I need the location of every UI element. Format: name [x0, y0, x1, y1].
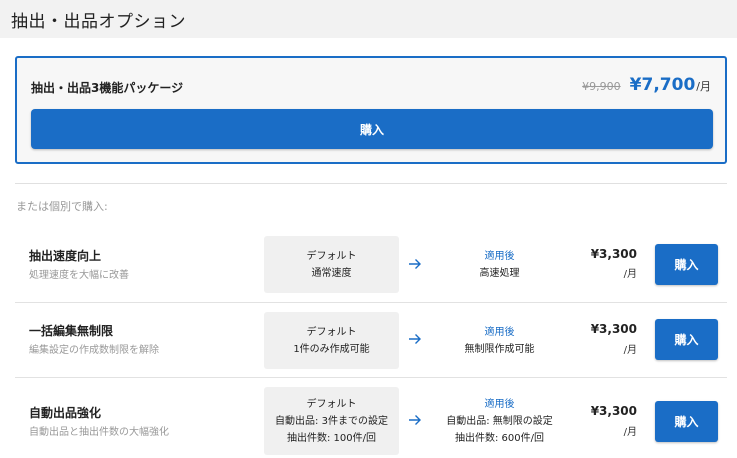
option-name: 自動出品強化	[29, 406, 102, 420]
default-line: 1件のみ作成可能	[293, 343, 370, 355]
package-buy-button[interactable]: 購入	[31, 109, 713, 149]
option-buy-button[interactable]: 購入	[655, 401, 718, 442]
package-price-old: ¥9,900	[582, 80, 621, 93]
default-line: 抽出件数: 100件/回	[286, 432, 376, 444]
default-head: デフォルト	[306, 398, 357, 410]
page-title: 抽出・出品オプション	[11, 12, 186, 32]
row-divider	[15, 377, 727, 378]
section-divider	[15, 183, 727, 184]
after-head: 適用後	[484, 398, 515, 410]
arrow-right-icon	[409, 334, 421, 344]
after-line: 抽出件数: 600件/回	[454, 432, 544, 444]
after-head: 適用後	[484, 250, 515, 262]
default-line: 自動出品: 3件までの設定	[275, 415, 388, 427]
after-line: 自動出品: 無制限の設定	[446, 415, 553, 427]
after-line: 高速処理	[479, 267, 520, 279]
option-default-box: デフォルト 自動出品: 3件までの設定 抽出件数: 100件/回	[264, 387, 399, 455]
package-price-new: ¥7,700	[629, 75, 696, 95]
option-default-box: デフォルト 1件のみ作成可能	[264, 312, 399, 369]
package-price-unit: /月	[696, 80, 711, 93]
package-card: 抽出・出品3機能パッケージ ¥9,900 ¥7,700 /月 購入	[15, 56, 727, 164]
option-default-box: デフォルト 通常速度	[264, 236, 399, 293]
page-header: 抽出・出品オプション	[0, 0, 737, 38]
option-description: 処理速度を大幅に改善	[29, 270, 129, 281]
option-after-box: 適用後 高速処理	[427, 236, 572, 293]
option-name: 抽出速度向上	[29, 249, 102, 263]
option-price-unit: /月	[623, 269, 637, 280]
after-line: 無制限作成可能	[464, 343, 535, 355]
option-price: ¥3,300	[590, 322, 637, 336]
arrow-right-icon	[409, 415, 421, 425]
arrow-right-icon	[409, 259, 421, 269]
option-buy-button[interactable]: 購入	[655, 319, 718, 360]
option-description: 編集設定の作成数制限を解除	[29, 345, 159, 356]
option-buy-button[interactable]: 購入	[655, 244, 718, 285]
individual-purchase-label: または個別で購入:	[16, 200, 108, 213]
option-description: 自動出品と抽出件数の大幅強化	[29, 427, 169, 438]
default-head: デフォルト	[306, 326, 357, 338]
default-line: 通常速度	[311, 267, 352, 279]
default-head: デフォルト	[306, 250, 357, 262]
option-after-box: 適用後 自動出品: 無制限の設定 抽出件数: 600件/回	[427, 387, 572, 455]
package-name: 抽出・出品3機能パッケージ	[31, 81, 184, 95]
option-price-unit: /月	[623, 427, 637, 438]
after-head: 適用後	[484, 326, 515, 338]
option-after-box: 適用後 無制限作成可能	[427, 312, 572, 369]
package-price: ¥9,900 ¥7,700 /月	[582, 75, 711, 95]
option-name: 一括編集無制限	[29, 324, 114, 338]
option-price-unit: /月	[623, 345, 637, 356]
option-price: ¥3,300	[590, 247, 637, 261]
option-price: ¥3,300	[590, 404, 637, 418]
row-divider	[15, 302, 727, 303]
